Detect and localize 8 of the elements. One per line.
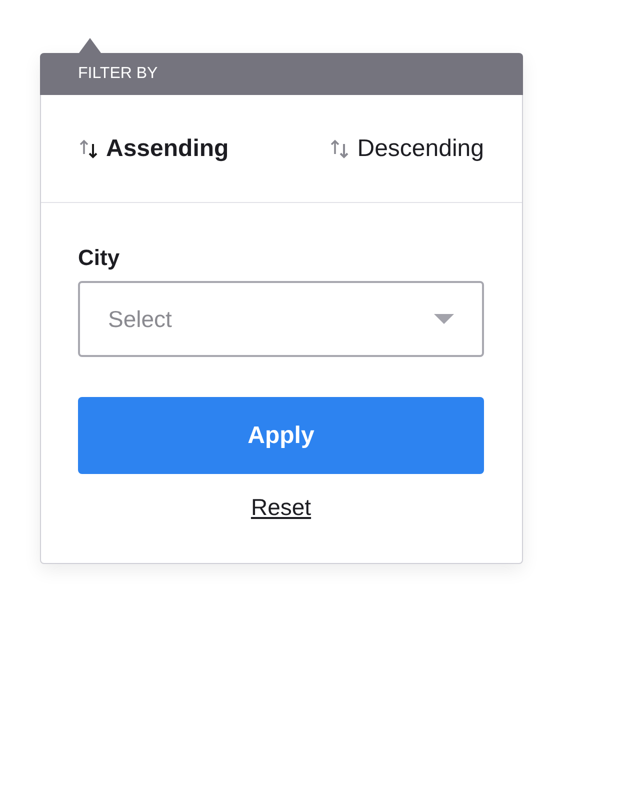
sort-option[interactable]: Assending: [78, 134, 229, 162]
sort-arrows-icon: [78, 138, 100, 160]
panel-title: FILTER BY: [78, 65, 158, 83]
field-label: City: [78, 245, 121, 271]
apply-button[interactable]: Apply: [78, 397, 484, 474]
reset-link[interactable]: Reset: [250, 494, 312, 521]
caret-icon: [434, 314, 454, 324]
sort-option[interactable]: Descending: [329, 134, 484, 162]
